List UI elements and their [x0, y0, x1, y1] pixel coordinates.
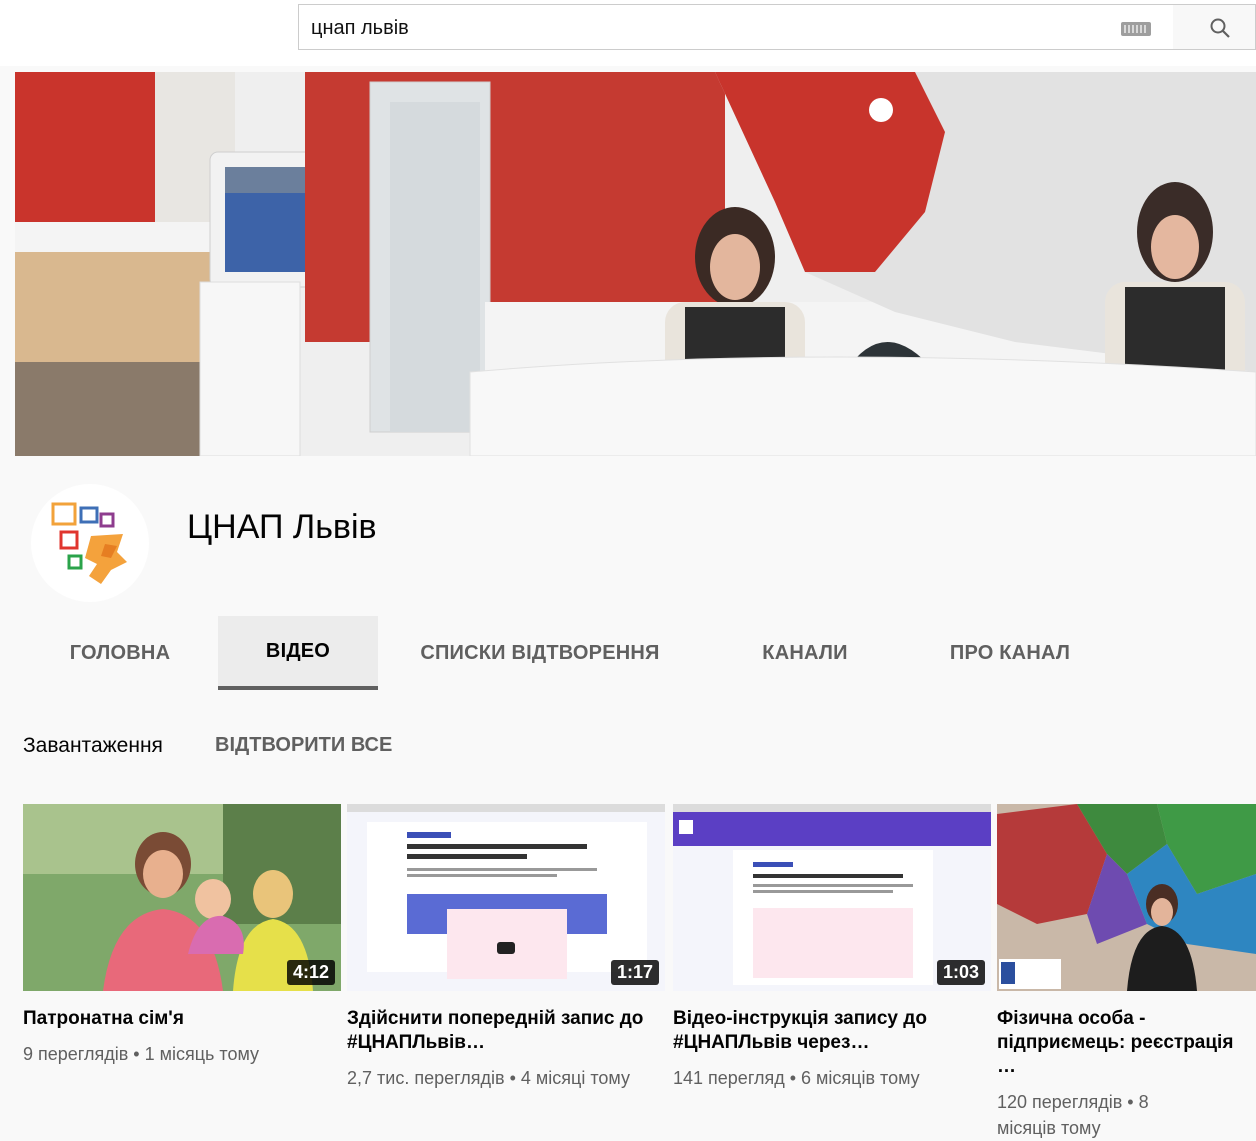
video-meta: 120 переглядів • 8 місяців тому	[997, 1092, 1149, 1138]
tab-home[interactable]: ГОЛОВНА	[35, 616, 205, 690]
tab-channels[interactable]: КАНАЛИ	[740, 616, 870, 690]
tab-about[interactable]: ПРО КАНАЛ	[925, 616, 1095, 690]
play-all-button[interactable]: ВІДТВОРИТИ ВСЕ	[215, 734, 392, 757]
search-button[interactable]	[1173, 4, 1256, 50]
search-icon	[1210, 18, 1230, 38]
video-title[interactable]: Патронатна сім'я	[23, 1007, 341, 1031]
keyboard-icon[interactable]	[1121, 22, 1151, 36]
video-duration: 1:03	[936, 960, 985, 985]
video-duration: 1:17	[610, 960, 659, 985]
video-card[interactable]: 1:17 Здійснити попередній запис до #ЦНАП…	[347, 804, 665, 1091]
channel-title: ЦНАП Львів	[187, 508, 377, 546]
video-thumbnail[interactable]	[997, 804, 1256, 991]
video-thumbnail[interactable]: 1:17	[347, 804, 665, 991]
video-duration: 4:12	[286, 960, 335, 985]
tab-videos[interactable]: ВІДЕО	[218, 616, 378, 690]
video-meta: 2,7 тис. переглядів • 4 місяці тому	[347, 1068, 630, 1088]
section-title: Завантаження	[23, 734, 163, 757]
video-card[interactable]: 1:03 Відео-інструкція запису до #ЦНАПЛьв…	[673, 804, 991, 1091]
video-meta: 141 перегляд • 6 місяців тому	[673, 1068, 920, 1088]
video-thumbnail[interactable]: 4:12	[23, 804, 341, 991]
video-thumbnail[interactable]: 1:03	[673, 804, 991, 991]
video-title[interactable]: Здійснити попередній запис до #ЦНАПЛьвів…	[347, 1007, 665, 1055]
search-query-text[interactable]: цнап львів	[311, 17, 409, 40]
channel-avatar[interactable]	[31, 484, 149, 602]
channel-banner	[15, 72, 1256, 456]
video-card[interactable]: Фізична особа - підприємець: реєстрація …	[997, 804, 1256, 1141]
video-card[interactable]: 4:12 Патронатна сім'я 9 переглядів • 1 м…	[23, 804, 341, 1067]
video-title[interactable]: Відео-інструкція запису до #ЦНАПЛьвів че…	[673, 1007, 991, 1055]
video-title[interactable]: Фізична особа - підприємець: реєстрація …	[997, 1007, 1256, 1079]
tab-playlists[interactable]: СПИСКИ ВІДТВОРЕННЯ	[405, 616, 675, 690]
search-input[interactable]: цнап львів	[298, 4, 1174, 50]
channel-tabs: ГОЛОВНА ВІДЕО СПИСКИ ВІДТВОРЕННЯ КАНАЛИ …	[15, 616, 1256, 690]
top-bar: цнап львів	[0, 0, 1256, 66]
video-meta: 9 переглядів • 1 місяць тому	[23, 1044, 260, 1064]
